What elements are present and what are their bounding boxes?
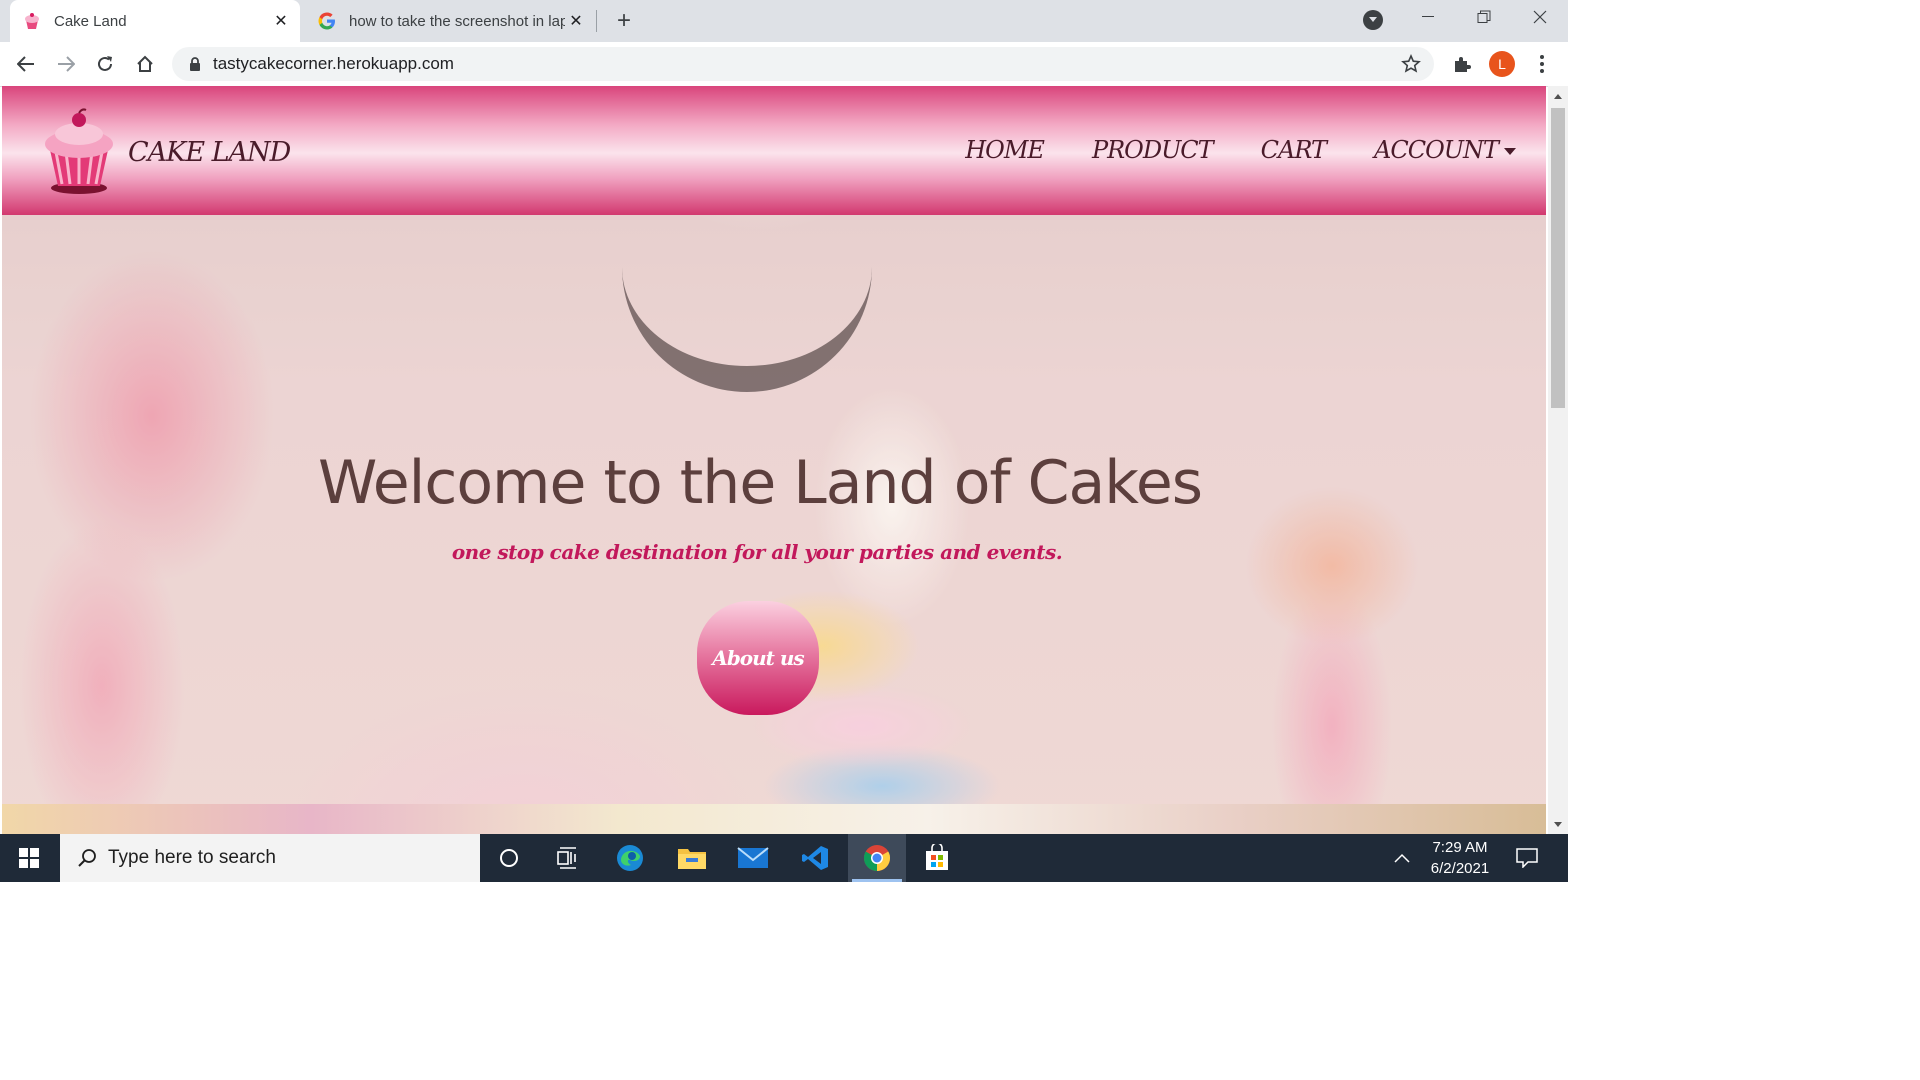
back-arrow-icon[interactable] (12, 50, 40, 78)
taskbar-clock[interactable]: 7:29 AM 6/2/2021 (1418, 837, 1502, 879)
browser-toolbar: tastycakecorner.herokuapp.com L (0, 42, 1568, 87)
vscode-icon[interactable] (786, 834, 844, 882)
windows-taskbar: Type here to search 7:29 AM 6/2/2021 (0, 834, 1568, 882)
tab-google-search[interactable]: how to take the screenshot in lap ✕ (305, 0, 595, 42)
tab-title: Cake Land (54, 12, 127, 30)
taskbar-search-box[interactable]: Type here to search (60, 834, 480, 882)
google-g-icon (317, 11, 337, 31)
close-tab-icon[interactable]: ✕ (565, 10, 587, 32)
profile-avatar[interactable]: L (1489, 51, 1515, 77)
brand-name: CAKE LAND (128, 136, 291, 168)
reload-icon[interactable] (91, 50, 119, 78)
nav-cart[interactable]: CART (1261, 136, 1327, 164)
search-placeholder: Type here to search (108, 847, 276, 868)
task-view-icon[interactable] (539, 834, 597, 882)
hero-heading: Welcome to the Land of Cakes (317, 448, 1203, 518)
restore-icon[interactable] (1456, 0, 1512, 34)
lock-icon[interactable] (186, 56, 204, 72)
next-section-preview (2, 804, 1546, 834)
url-text: tastycakecorner.herokuapp.com (213, 54, 454, 73)
cupcake-logo-icon (45, 108, 113, 194)
tab-search-icon[interactable] (1363, 10, 1383, 30)
caret-down-icon (1504, 148, 1516, 155)
tab-cake-land[interactable]: Cake Land ✕ (10, 0, 300, 42)
clock-date: 6/2/2021 (1430, 860, 1490, 877)
kebab-menu-icon[interactable] (1530, 52, 1554, 76)
tray-chevron-up-icon[interactable] (1390, 848, 1414, 868)
tab-strip: Cake Land ✕ how to take the screenshot i… (0, 0, 1568, 42)
scroll-down-arrow-icon[interactable] (1548, 816, 1568, 832)
address-bar[interactable]: tastycakecorner.herokuapp.com (172, 47, 1434, 81)
hero-tagline: one stop cake destination for all your p… (451, 540, 1063, 564)
tab-separator (596, 10, 597, 32)
bookmark-star-icon[interactable] (1400, 53, 1422, 75)
nav-home[interactable]: HOME (965, 136, 1045, 164)
cupcake-icon (22, 11, 42, 31)
clock-time: 7:29 AM (1432, 839, 1488, 856)
close-tab-icon[interactable]: ✕ (270, 10, 292, 32)
extensions-puzzle-icon[interactable] (1450, 52, 1474, 76)
close-window-icon[interactable] (1512, 0, 1568, 34)
mail-icon[interactable] (724, 834, 782, 882)
home-icon[interactable] (131, 50, 159, 78)
new-tab-plus-icon[interactable]: + (610, 7, 638, 35)
search-icon (76, 847, 98, 869)
nav-product[interactable]: PRODUCT (1092, 136, 1214, 164)
page-scrollbar[interactable] (1548, 86, 1568, 834)
edge-icon[interactable] (601, 834, 659, 882)
main-nav: HOME PRODUCT CART ACCOUNT (917, 136, 1516, 164)
scrollbar-thumb[interactable] (1551, 108, 1565, 408)
scroll-up-arrow-icon[interactable] (1548, 88, 1568, 104)
tab-title: how to take the screenshot in lap (349, 12, 565, 30)
page-viewport: CAKE LAND HOME PRODUCT CART ACCOUNT Welc… (0, 86, 1548, 834)
chrome-icon[interactable] (848, 834, 906, 882)
file-explorer-icon[interactable] (663, 834, 721, 882)
brand[interactable]: CAKE LAND (34, 108, 291, 196)
about-us-button[interactable]: About us (697, 601, 819, 715)
store-icon[interactable] (908, 834, 966, 882)
minimize-icon[interactable] (1400, 0, 1456, 34)
site-navbar: CAKE LAND HOME PRODUCT CART ACCOUNT (2, 86, 1546, 215)
nav-account[interactable]: ACCOUNT (1374, 136, 1516, 164)
forward-arrow-icon[interactable] (52, 50, 80, 78)
notification-icon[interactable] (1512, 844, 1542, 872)
cortana-icon[interactable] (480, 834, 538, 882)
windows-start-icon[interactable] (0, 834, 58, 882)
nav-account-label: ACCOUNT (1374, 136, 1499, 164)
